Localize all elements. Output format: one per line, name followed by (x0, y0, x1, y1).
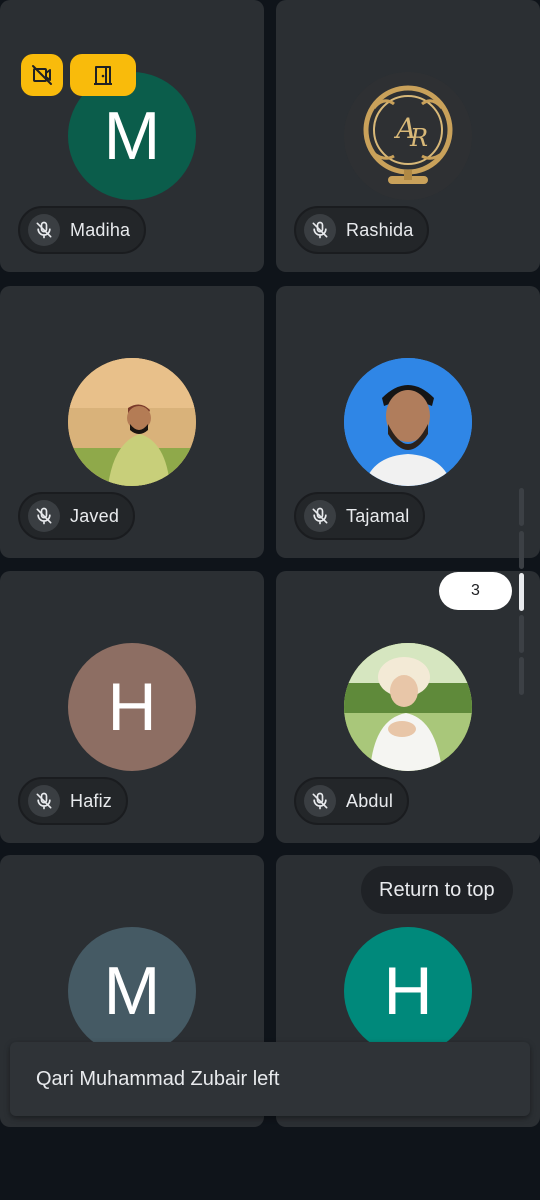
participant-name: Madiha (70, 219, 131, 240)
scroll-segment[interactable] (519, 657, 524, 695)
participant-nametag: Abdul (294, 777, 410, 825)
participant-tile[interactable]: A R Rashida (276, 0, 540, 272)
scroll-segment[interactable] (519, 531, 524, 569)
no-camera-icon[interactable] (21, 54, 63, 96)
profile-photo (344, 358, 472, 486)
avatar-initial: H (383, 953, 433, 1029)
avatar: H (68, 643, 196, 771)
return-to-top-label: Return to top (379, 878, 495, 901)
mic-off-icon (28, 785, 60, 817)
participant-name: Javed (70, 505, 120, 526)
profile-photo: A R (344, 72, 472, 200)
avatar: H (344, 927, 472, 1055)
person-photo (68, 358, 196, 486)
participant-nametag: Hafiz (18, 777, 129, 825)
toast-notification: Qari Muhammad Zubair left (10, 1042, 530, 1116)
participant-nametag: Javed (18, 492, 136, 540)
participant-tile[interactable]: M Madiha (0, 0, 264, 272)
mic-off-icon (28, 500, 60, 532)
scroll-segment[interactable] (519, 488, 524, 526)
participant-tile[interactable]: Javed (0, 286, 264, 558)
participant-name: Rashida (346, 219, 414, 240)
scroll-thumb[interactable] (519, 573, 524, 611)
profile-photo (68, 358, 196, 486)
return-to-top-button[interactable]: Return to top (361, 866, 513, 914)
participant-nametag: Tajamal (294, 492, 426, 540)
mic-off-icon (28, 214, 60, 246)
mic-off-icon (304, 500, 336, 532)
person-photo (344, 358, 472, 486)
scroll-segment[interactable] (519, 615, 524, 653)
participant-name: Hafiz (70, 790, 113, 811)
participant-grid: M Madiha A R Rashida Javed Tajamal H Haf… (0, 0, 540, 1200)
avatar-initial: H (107, 669, 157, 745)
toast-message: Qari Muhammad Zubair left (36, 1067, 280, 1090)
participant-tile[interactable]: H Hafiz (0, 571, 264, 843)
participant-nametag: Rashida (294, 206, 430, 254)
page-indicator: 3 (439, 572, 512, 610)
avatar: M (68, 927, 196, 1055)
avatar-initial: M (103, 953, 161, 1029)
participant-name: Abdul (346, 790, 394, 811)
status-badges (21, 54, 136, 96)
profile-photo (344, 643, 472, 771)
participant-tile[interactable]: Tajamal (276, 286, 540, 558)
monogram-image: A R (344, 72, 472, 200)
mic-off-icon (304, 785, 336, 817)
svg-text:R: R (409, 124, 428, 152)
exit-door-icon[interactable] (70, 54, 136, 96)
avatar-initial: M (103, 98, 161, 174)
page-number: 3 (471, 582, 480, 599)
mic-off-icon (304, 214, 336, 246)
participant-tile[interactable]: Abdul (276, 571, 540, 843)
child-photo (344, 643, 472, 771)
participant-nametag: Madiha (18, 206, 147, 254)
participant-name: Tajamal (346, 505, 410, 526)
